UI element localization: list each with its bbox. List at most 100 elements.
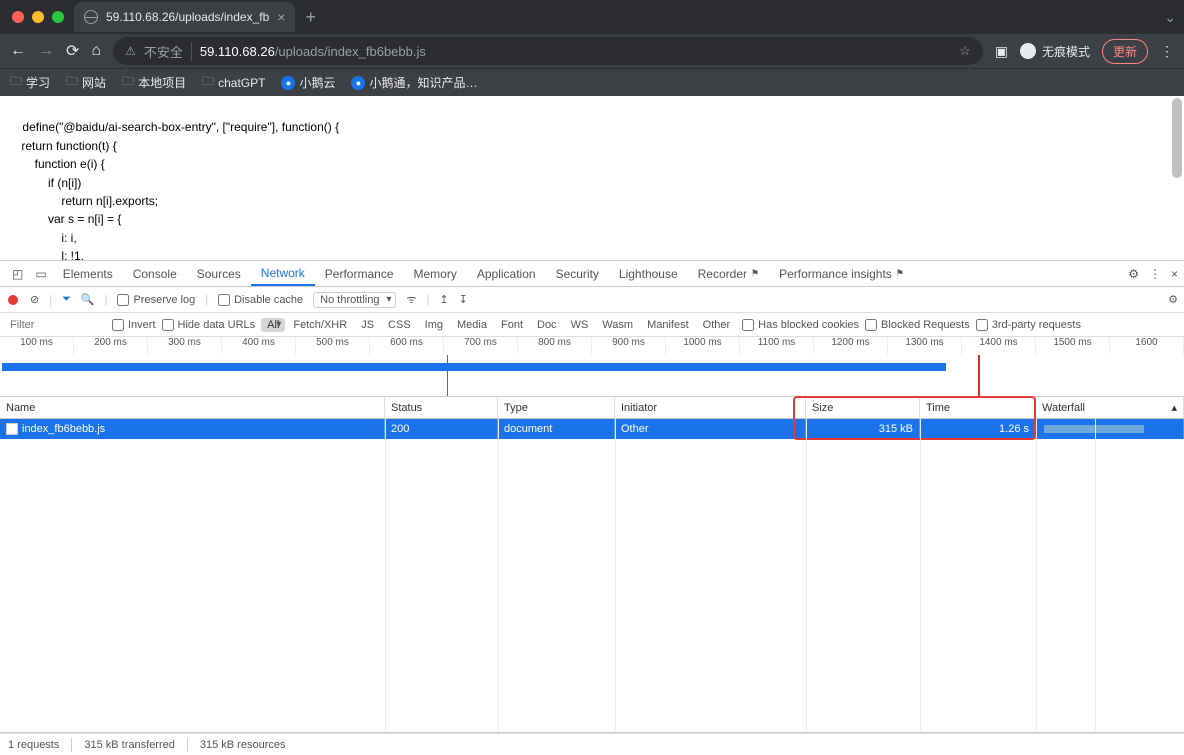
nav-bar: ← → ⟳ ⌂ ⚠ 不安全 59.110.68.26/uploads/index… xyxy=(0,34,1184,68)
type-filter-media[interactable]: Media xyxy=(451,318,493,332)
bookmark-item[interactable]: ●小鹅云 xyxy=(281,74,335,91)
inspect-icon[interactable]: ◰ xyxy=(6,267,29,281)
download-icon[interactable]: ↧ xyxy=(459,293,468,306)
timeline-tick: 400 ms xyxy=(222,337,296,355)
status-transferred: 315 kB transferred xyxy=(84,739,175,751)
wifi-icon[interactable]: ᯤ xyxy=(406,292,416,307)
type-filter-wasm[interactable]: Wasm xyxy=(596,318,639,332)
code-text: define("@baidu/ai-search-box-entry", ["r… xyxy=(8,120,339,260)
reload-button[interactable]: ⟳ xyxy=(66,41,79,61)
timeline-tick: 1500 ms xyxy=(1036,337,1110,355)
type-filter-other[interactable]: Other xyxy=(697,318,737,332)
throttling-select[interactable]: No throttling xyxy=(313,292,396,308)
folder-icon: 🗀 xyxy=(10,72,22,93)
type-filter-css[interactable]: CSS xyxy=(382,318,417,332)
device-toggle-icon[interactable]: ▭ xyxy=(29,267,52,281)
bookmark-item[interactable]: 🗀chatGPT xyxy=(202,72,265,93)
panel-icon[interactable]: ▣ xyxy=(995,43,1008,60)
timeline-tick: 1300 ms xyxy=(888,337,962,355)
scrollbar-thumb[interactable] xyxy=(1172,98,1182,178)
timeline-load-marker xyxy=(978,355,980,397)
devtools-tab-performance[interactable]: Performance xyxy=(315,261,404,286)
type-filter-ws[interactable]: WS xyxy=(565,318,595,332)
insecure-label: 不安全 xyxy=(144,42,192,61)
col-name[interactable]: Name xyxy=(0,397,385,418)
timeline-overview[interactable]: 100 ms200 ms300 ms400 ms500 ms600 ms700 … xyxy=(0,337,1184,397)
disable-cache-checkbox[interactable]: Disable cache xyxy=(218,294,303,306)
third-party-checkbox[interactable]: 3rd-party requests xyxy=(976,319,1081,331)
devtools-tab-memory[interactable]: Memory xyxy=(404,261,467,286)
forward-button[interactable]: → xyxy=(38,42,54,60)
timeline-cursor[interactable] xyxy=(447,355,448,397)
folder-icon: 🗀 xyxy=(66,72,78,93)
tab-bar: 59.110.68.26/uploads/index_fb × + ⌄ xyxy=(0,0,1184,34)
sort-asc-icon: ▴ xyxy=(1171,401,1177,414)
filter-toggle-icon[interactable]: ⏷ xyxy=(62,293,71,306)
window-close-icon[interactable] xyxy=(12,11,24,23)
devtools-tab-network[interactable]: Network xyxy=(251,261,315,286)
col-status[interactable]: Status xyxy=(385,397,498,418)
type-filter-fetch-xhr[interactable]: Fetch/XHR xyxy=(287,318,353,332)
timeline-tick: 1600 xyxy=(1110,337,1184,355)
folder-icon: 🗀 xyxy=(122,72,134,93)
incognito-badge[interactable]: 无痕模式 xyxy=(1020,43,1090,60)
network-settings-icon[interactable]: ⚙ xyxy=(1168,293,1178,306)
clear-button[interactable]: ⊘ xyxy=(30,293,39,306)
timeline-tick: 600 ms xyxy=(370,337,444,355)
devtools-tab-sources[interactable]: Sources xyxy=(187,261,251,286)
col-type[interactable]: Type xyxy=(498,397,615,418)
devtools-tab-console[interactable]: Console xyxy=(123,261,187,286)
close-devtools-icon[interactable]: × xyxy=(1171,267,1178,281)
timeline-tick: 300 ms xyxy=(148,337,222,355)
new-tab-button[interactable]: + xyxy=(305,7,316,28)
type-filter-js[interactable]: JS xyxy=(355,318,380,332)
home-button[interactable]: ⌂ xyxy=(91,42,101,60)
type-filter-all[interactable]: All xyxy=(261,318,285,332)
invert-checkbox[interactable]: Invert xyxy=(112,319,156,331)
col-waterfall[interactable]: Waterfall▴ xyxy=(1036,397,1184,418)
devtools-tab-recorder[interactable]: Recorder⚑ xyxy=(688,261,769,286)
bookmark-star-icon[interactable]: ☆ xyxy=(959,43,971,59)
blocked-requests-checkbox[interactable]: Blocked Requests xyxy=(865,319,970,331)
favicon-icon: ● xyxy=(281,76,295,90)
upload-icon[interactable]: ↥ xyxy=(439,293,448,306)
bookmark-item[interactable]: 🗀网站 xyxy=(66,72,106,93)
window-minimize-icon[interactable] xyxy=(32,11,44,23)
address-bar[interactable]: ⚠ 不安全 59.110.68.26/uploads/index_fb6bebb… xyxy=(113,37,983,65)
more-icon[interactable]: ⋮ xyxy=(1149,267,1161,281)
tab-list-button[interactable]: ⌄ xyxy=(1164,9,1176,26)
type-filter-font[interactable]: Font xyxy=(495,318,529,332)
settings-icon[interactable]: ⚙ xyxy=(1128,267,1139,281)
page-content: define("@baidu/ai-search-box-entry", ["r… xyxy=(0,96,1184,260)
blocked-cookies-checkbox[interactable]: Has blocked cookies xyxy=(742,319,859,331)
window-maximize-icon[interactable] xyxy=(52,11,64,23)
preserve-log-checkbox[interactable]: Preserve log xyxy=(117,294,195,306)
devtools-tab-application[interactable]: Application xyxy=(467,261,546,286)
hide-data-urls-checkbox[interactable]: Hide data URLs xyxy=(162,319,256,331)
browser-tab[interactable]: 59.110.68.26/uploads/index_fb × xyxy=(74,2,295,32)
col-initiator[interactable]: Initiator xyxy=(615,397,806,418)
devtools-tab-lighthouse[interactable]: Lighthouse xyxy=(609,261,688,286)
filter-input[interactable] xyxy=(6,317,106,333)
record-button[interactable] xyxy=(8,295,18,305)
col-size[interactable]: Size xyxy=(806,397,920,418)
bookmark-item[interactable]: ●小鹅通，知识产品… xyxy=(351,74,477,91)
preview-badge-icon: ⚑ xyxy=(896,268,904,279)
update-button[interactable]: 更新 xyxy=(1102,39,1148,64)
back-button[interactable]: ← xyxy=(10,42,26,60)
bookmark-item[interactable]: 🗀学习 xyxy=(10,72,50,93)
devtools-tab-security[interactable]: Security xyxy=(546,261,609,286)
tab-close-icon[interactable]: × xyxy=(277,9,285,25)
devtools-tab-elements[interactable]: Elements xyxy=(53,261,123,286)
type-filter-img[interactable]: Img xyxy=(419,318,449,332)
timeline-tick: 900 ms xyxy=(592,337,666,355)
search-icon[interactable]: 🔍 xyxy=(81,293,95,306)
type-filter-manifest[interactable]: Manifest xyxy=(641,318,695,332)
col-time[interactable]: Time xyxy=(920,397,1036,418)
type-filter-doc[interactable]: Doc xyxy=(531,318,563,332)
menu-icon[interactable]: ⋮ xyxy=(1160,43,1174,60)
devtools-tab-performance-insights[interactable]: Performance insights⚑ xyxy=(769,261,914,286)
bookmark-item[interactable]: 🗀本地项目 xyxy=(122,72,186,93)
globe-icon xyxy=(84,10,98,24)
url-host: 59.110.68.26 xyxy=(200,44,275,59)
